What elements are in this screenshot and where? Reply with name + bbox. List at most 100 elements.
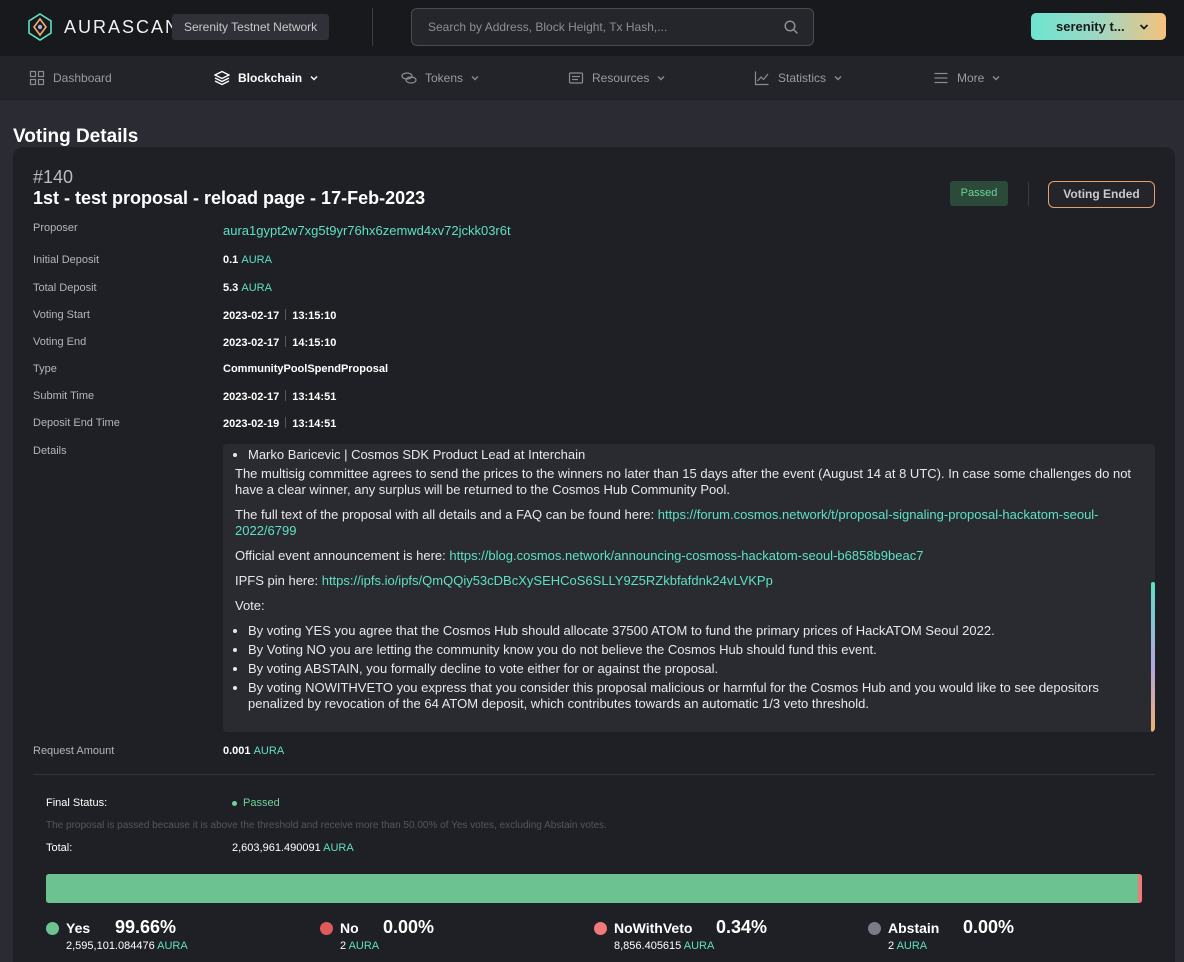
yes-dot-icon [46,921,59,935]
submit-time-value: 2023-02-17 13:14:51 [223,390,336,403]
final-status-text: Passed [243,797,280,809]
vote-percent: 0.00% [383,917,435,937]
nav-label: More [957,71,985,85]
header-divider [1028,182,1029,206]
top-divider [372,8,373,46]
vote-name: Abstain [888,920,940,936]
initial-deposit-label: Initial Deposit [33,254,100,266]
vote-bullet: By voting YES you agree that the Cosmos … [248,623,1140,639]
search-input[interactable] [412,9,772,45]
date: 2023-02-19 [223,418,280,430]
nav-label: Tokens [425,71,464,85]
nav-more[interactable]: More [933,56,1000,100]
details-paragraph: Official event announcement is here: htt… [235,548,1140,564]
ipfs-link[interactable]: https://ipfs.io/ipfs/QmQQiy53cDBcXySEHCo… [322,573,773,588]
amount: 0.001 [223,745,251,757]
nav-label: Statistics [778,71,827,85]
date: 2023-02-17 [223,310,280,322]
amount: 2,595,101.084476 [66,940,155,952]
nav-resources[interactable]: Resources [568,56,665,100]
search-box [411,8,814,46]
total-deposit-value: 5.3 AURA [223,282,272,294]
aurascan-logo-icon [28,13,52,41]
vote-no: No 0.00% 2 AURA [320,917,434,952]
voting-start-value: 2023-02-17 13:15:10 [223,309,336,322]
details-paragraph: The multisig committee agrees to send th… [235,466,1132,497]
vote-amount: 2,595,101.084476 AURA [66,940,188,952]
unit: AURA [241,254,272,266]
type-value: CommunityPoolSpendProposal [223,363,389,375]
abstain-dot-icon [868,921,881,935]
final-status-value: Passed [232,797,280,809]
chevron-down-icon [471,76,479,81]
nav-label: Dashboard [53,71,112,85]
details-box[interactable]: Marko Baricevic | Cosmos SDK Product Lea… [223,444,1155,732]
nav-tokens[interactable]: Tokens [401,56,479,100]
chart-icon [754,71,769,86]
blog-link[interactable]: https://blog.cosmos.network/announcing-c… [449,548,923,563]
chevron-down-icon [992,76,1000,81]
brand-logo[interactable]: AURASCAN [25,12,180,42]
vote-bar-yes [46,874,1139,903]
vote-bullet: By Voting NO you are letting the communi… [248,642,1140,658]
deposit-end-value: 2023-02-19 13:14:51 [223,417,336,430]
vote-heading: Vote: [235,598,265,613]
date: 2023-02-17 [223,391,280,403]
details-scrollbar[interactable] [1151,582,1155,732]
amount: 8,856.405615 [614,940,682,952]
vote-name: Yes [66,920,91,936]
resources-icon [568,72,584,84]
network-badge: Serenity Testnet Network [172,14,330,40]
vote-progress-bar [46,874,1142,903]
proposer-address-link[interactable]: aura1gypt2w7xg5t9yr76hx6zemwd4xv72jckk03… [223,223,511,238]
unit: AURA [323,842,354,854]
proposer-label: Proposer [33,222,78,234]
proposal-title: 1st - test proposal - reload page - 17-F… [33,188,426,208]
chevron-down-icon [1139,23,1148,30]
total-deposit-label: Total Deposit [33,282,97,294]
menu-icon [934,72,948,84]
nav-label: Blockchain [238,71,303,85]
details-text: The full text of the proposal with all d… [235,507,658,522]
unit: AURA [253,745,285,757]
vote-amount: 2 AURA [340,940,379,952]
search-icon[interactable] [783,19,799,35]
amount: 5.3 [223,282,239,294]
section-divider [33,774,1155,775]
vote-amount: 2 AURA [888,940,939,952]
total-value: 2,603,961.490091 AURA [232,842,354,854]
dashboard-icon [29,70,45,86]
coins-icon [401,72,417,84]
vote-bullet: By voting ABSTAIN, you formally decline … [248,661,1140,677]
chevron-down-icon [310,76,318,81]
vote-name: NoWithVeto [614,920,693,936]
nav-statistics[interactable]: Statistics [754,56,842,100]
unit: AURA [896,940,928,952]
details-text: Official event announcement is here: [235,548,450,563]
chevron-down-icon [834,76,842,81]
voting-start-label: Voting Start [33,309,90,321]
vote-name: No [340,920,359,936]
nav-dashboard[interactable]: Dashboard [29,56,112,100]
wallet-button[interactable]: serenity t... [1031,13,1166,40]
voting-ended-button[interactable]: Voting Ended [1048,181,1155,208]
status-dot-icon [232,800,237,806]
page-title: Voting Details [13,126,139,147]
nav-blockchain[interactable]: Blockchain [214,56,318,100]
vote-percent: 0.00% [963,917,1015,937]
top-bar: AURASCAN Serenity Testnet Network sereni… [0,0,1184,56]
voting-end-label: Voting End [33,336,87,348]
time: 14:15:10 [292,337,337,349]
unit: AURA [241,282,272,294]
nav-label: Resources [592,71,650,85]
status-badge: Passed [950,181,1008,206]
unit: AURA [157,940,188,952]
type-label: Type [33,363,57,375]
vote-bullet: By voting NOWITHVETO you express that yo… [248,680,1140,712]
details-content: Marko Baricevic | Cosmos SDK Product Lea… [235,447,1140,715]
voting-end-value: 2023-02-17 14:15:10 [223,336,336,349]
amount: 2 [340,940,347,952]
amount: 2 [888,940,895,952]
amount: 0.1 [223,254,239,266]
details-text: IPFS pin here: [235,573,322,588]
